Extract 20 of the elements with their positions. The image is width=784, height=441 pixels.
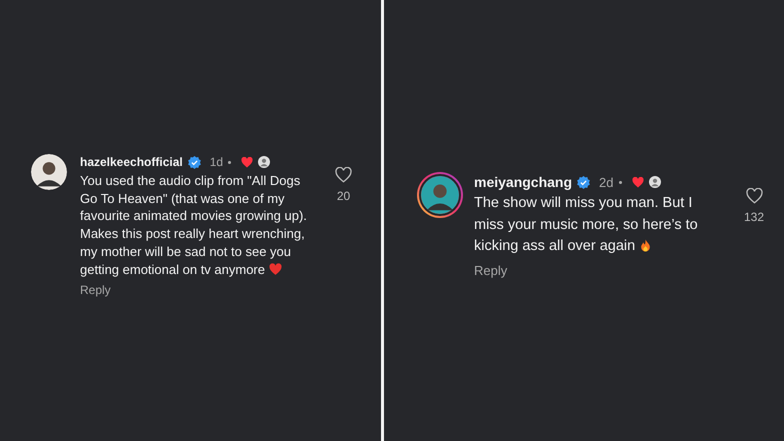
avatar[interactable] [417, 172, 463, 218]
username[interactable]: hazelkeechofficial [80, 155, 183, 169]
comment-text: You used the audio clip from "All Dogs Go To Heaven" (that was one of my favourite animated movies growing up). Makes this post really heart wrenching, my mother will be sad not to see you getting emotional on tv anymore [80, 172, 308, 278]
author-avatar-icon [258, 156, 270, 168]
avatar[interactable] [30, 153, 68, 191]
like-count: 132 [744, 210, 764, 224]
timestamp: 1d [210, 155, 224, 169]
like-heart-icon[interactable] [746, 188, 763, 204]
separator-dot [228, 160, 232, 164]
like-heart-icon[interactable] [335, 167, 352, 183]
timestamp: 2d [599, 174, 614, 190]
comment-text: The show will miss you man. But I miss your music more, so here’s to kicking ass all over again [474, 194, 699, 256]
like-count: 20 [336, 189, 350, 203]
author-avatar-icon [648, 176, 660, 188]
heart-emoji-icon [268, 262, 282, 276]
reply-button[interactable]: Reply [80, 283, 111, 298]
separator-dot [618, 180, 622, 184]
fire-emoji-icon [639, 239, 652, 252]
username[interactable]: meiyangchang [474, 174, 572, 190]
reply-button[interactable]: Reply [474, 262, 508, 278]
